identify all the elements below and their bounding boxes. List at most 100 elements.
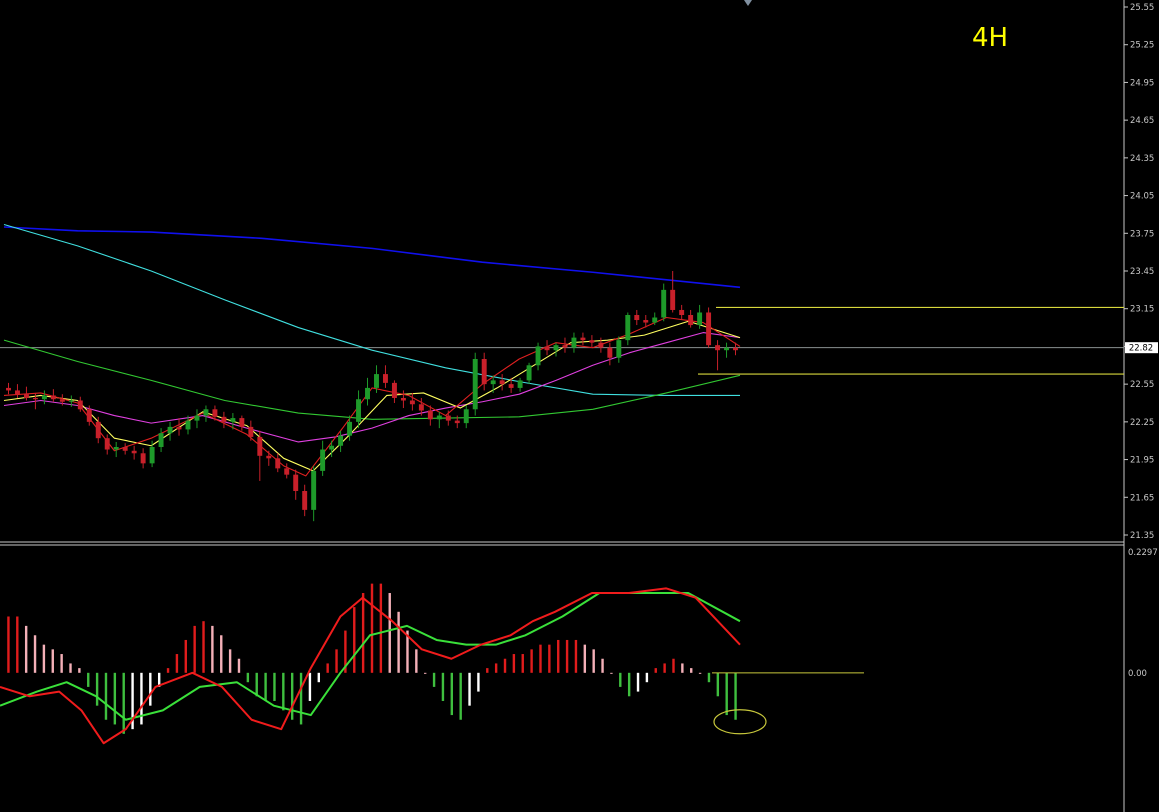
histogram-bar xyxy=(255,672,258,697)
candle-body xyxy=(571,337,577,348)
histogram-bar xyxy=(308,672,312,701)
candle-body xyxy=(643,320,649,323)
histogram-bar xyxy=(69,663,72,673)
candle-body xyxy=(400,397,406,401)
candle-body xyxy=(275,458,281,469)
candle-body xyxy=(463,409,469,424)
oscillator-top-label: 0.2297 xyxy=(1128,548,1158,558)
histogram-bar xyxy=(211,625,214,673)
histogram-bar xyxy=(610,672,613,674)
histogram-bar xyxy=(16,616,19,673)
candle-body xyxy=(6,387,11,391)
candle-body xyxy=(697,312,703,326)
candle-body xyxy=(706,312,712,346)
histogram-bar xyxy=(60,654,63,673)
candle-body xyxy=(68,400,74,402)
histogram-bar xyxy=(432,672,436,687)
price-tick-label: 21.95 xyxy=(1130,456,1154,466)
histogram-bar xyxy=(494,663,498,673)
histogram-bar xyxy=(184,639,187,673)
candle-body xyxy=(616,340,622,358)
candle-body xyxy=(41,395,47,400)
histogram-bar xyxy=(397,611,400,673)
candle-body xyxy=(607,347,613,358)
candle-body xyxy=(508,384,514,388)
histogram-bar xyxy=(698,672,702,674)
candle-body xyxy=(436,415,442,420)
candle-body xyxy=(517,380,523,388)
histogram-bar xyxy=(237,658,241,673)
candle-body xyxy=(418,404,424,411)
candle-body xyxy=(688,315,694,326)
histogram-bar xyxy=(681,663,684,673)
candle-body xyxy=(113,447,119,450)
histogram-bar xyxy=(477,672,480,692)
price-tick-label: 24.65 xyxy=(1130,116,1154,126)
histogram-bar xyxy=(636,672,640,692)
histogram-bar xyxy=(557,639,560,673)
histogram-bar xyxy=(583,644,587,673)
histogram-bar xyxy=(149,672,152,706)
candle-body xyxy=(338,435,344,446)
histogram-bar xyxy=(122,672,125,734)
histogram-bar xyxy=(273,672,276,701)
candle-body xyxy=(445,415,451,421)
histogram-bar xyxy=(601,658,604,673)
histogram-bar xyxy=(353,607,356,673)
price-tick-label: 22.55 xyxy=(1130,380,1154,390)
histogram-bar xyxy=(627,672,631,697)
candle-body xyxy=(320,449,326,471)
histogram-bar xyxy=(539,644,542,673)
histogram-bar xyxy=(87,672,90,687)
histogram-bar xyxy=(512,654,516,673)
histogram-bar xyxy=(707,672,711,683)
candle-body xyxy=(329,445,335,450)
candle-body xyxy=(580,337,586,341)
candle-body xyxy=(257,436,263,456)
price-tick-label: 21.35 xyxy=(1130,531,1154,541)
candle-body xyxy=(221,416,227,422)
histogram-bar xyxy=(33,635,37,673)
candle-body xyxy=(598,342,604,348)
histogram-bar xyxy=(450,672,454,716)
histogram-bar xyxy=(486,668,489,673)
candle-body xyxy=(625,315,631,341)
current-price-label: 22.82 xyxy=(1129,344,1153,354)
candle-body xyxy=(391,382,397,398)
candle-body xyxy=(454,420,460,424)
candle-body xyxy=(490,380,496,385)
candle-body xyxy=(167,426,173,434)
histogram-bar xyxy=(734,672,737,720)
histogram-bar xyxy=(379,583,383,673)
candle-body xyxy=(427,410,433,420)
histogram-bar xyxy=(530,649,533,673)
histogram-bar xyxy=(672,658,675,673)
price-tick-label: 24.05 xyxy=(1130,192,1154,202)
candle-body xyxy=(158,433,164,447)
oscillator-zero-label: 0.00 xyxy=(1128,669,1147,679)
candle-body xyxy=(59,399,65,402)
candle-body xyxy=(95,421,101,439)
histogram-bar xyxy=(415,649,418,673)
candle-body xyxy=(481,359,487,385)
histogram-bar xyxy=(264,672,267,701)
candle-body xyxy=(634,315,640,321)
candle-body xyxy=(553,345,559,351)
histogram-bar xyxy=(220,635,223,673)
histogram-bar xyxy=(78,668,81,673)
candle-body xyxy=(302,491,308,510)
histogram-bar xyxy=(654,668,657,673)
candle-body xyxy=(140,453,146,464)
price-tick-label: 21.65 xyxy=(1130,493,1154,503)
candle-body xyxy=(715,345,721,351)
histogram-bar xyxy=(282,672,285,711)
candle-body xyxy=(526,365,532,381)
candle-body xyxy=(122,447,128,451)
candle-body xyxy=(50,395,56,400)
histogram-bar xyxy=(441,672,445,701)
timeframe-label: 4H xyxy=(972,23,1008,53)
histogram-bar xyxy=(326,663,329,673)
candle-body xyxy=(77,400,83,410)
candle-body xyxy=(499,380,505,385)
candle-body xyxy=(472,359,478,410)
